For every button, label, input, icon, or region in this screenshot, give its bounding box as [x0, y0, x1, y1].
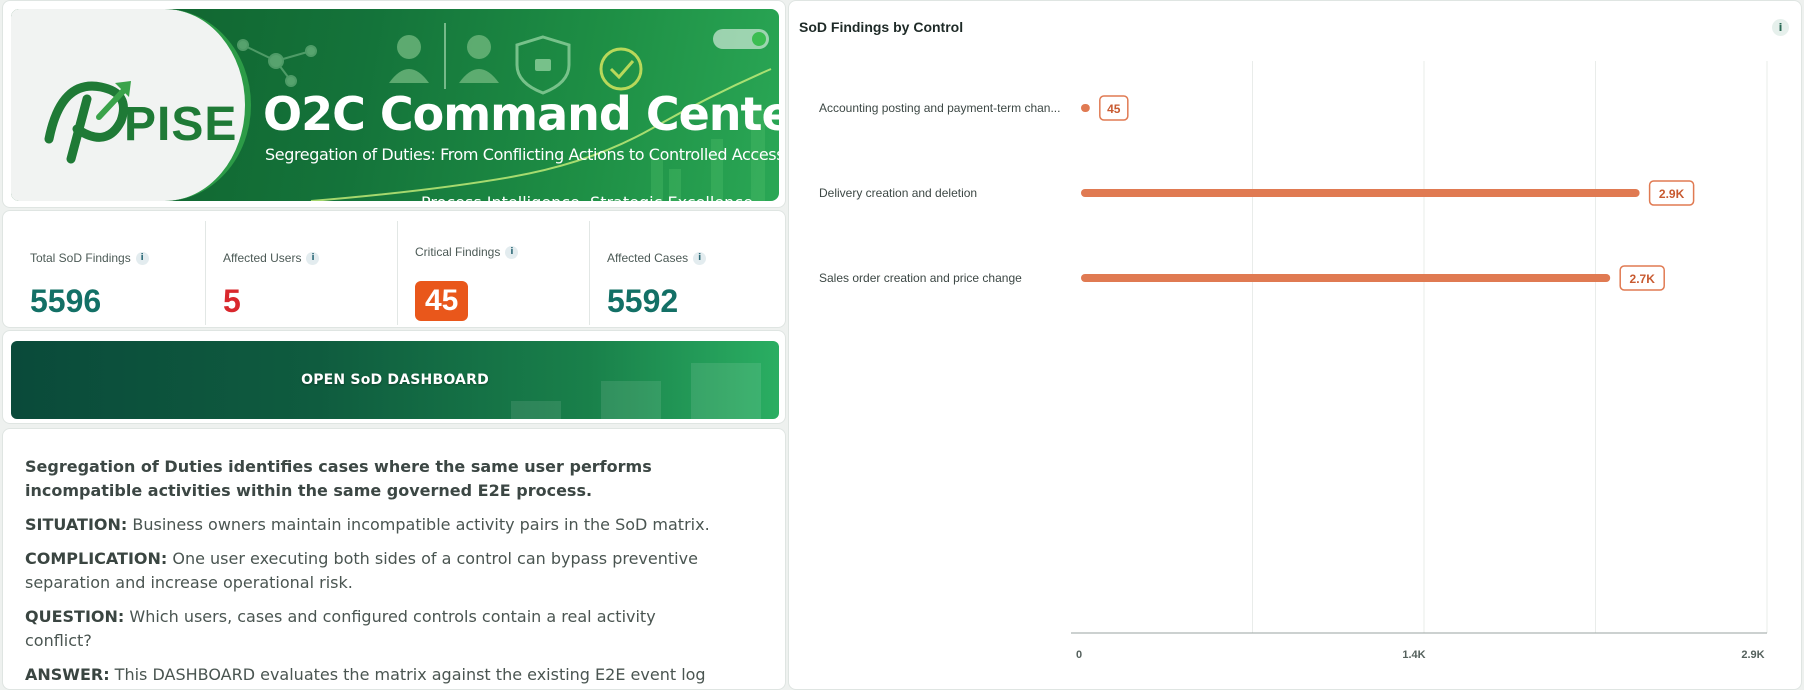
banner-subtitle: Segregation of Duties: From Conflicting …	[265, 145, 779, 164]
critical-badge: 45	[415, 281, 469, 321]
check-circle-icon	[599, 47, 643, 91]
data-label: 2.7K	[1630, 272, 1656, 286]
bar	[1081, 189, 1640, 197]
kpi-value: 5592	[607, 283, 679, 319]
category-label: Accounting posting and payment-term chan…	[819, 101, 1060, 115]
kpi-label: Affected Cases i	[607, 251, 707, 266]
info-icon[interactable]: i	[306, 252, 320, 266]
banner-title: O2C Command Center	[263, 87, 779, 141]
pise-logo-icon	[44, 81, 131, 164]
open-sod-dashboard-label: OPEN SoD DASHBOARD	[301, 372, 489, 388]
left-column: PISE O2C Command Center Segregation of D…	[0, 0, 786, 690]
kpi-affected-users: Affected Users i 5	[205, 221, 395, 325]
category-label: Delivery creation and deletion	[819, 186, 977, 200]
category-label: Sales order creation and price change	[819, 271, 1022, 285]
bar-chart: 0 1.4K 2.9K Accounting posting and payment-…	[819, 61, 1768, 661]
info-icon[interactable]: i	[135, 252, 149, 266]
x-tick-label: 2.9K	[1741, 649, 1764, 661]
chart-panel: SoD Findings by Control i 0 1.4K 2.9K Accou…	[788, 0, 1802, 690]
kpi-critical-findings: Critical Findings i 45	[397, 221, 587, 325]
banner-tagline: Process Intelligence. Strategic Excellen…	[421, 193, 758, 201]
x-tick-label: 0	[1076, 649, 1082, 661]
kpi-label: Total SoD Findings i	[30, 251, 149, 266]
theme-toggle[interactable]	[713, 29, 769, 49]
x-tick-label: 1.4K	[1402, 649, 1425, 661]
narrative-question: QUESTION: Which users, cases and configu…	[25, 607, 656, 650]
data-label: 45	[1107, 102, 1121, 116]
open-sod-dashboard-button[interactable]: OPEN SoD DASHBOARD	[11, 341, 779, 419]
bar	[1081, 104, 1090, 112]
info-icon[interactable]: i	[505, 246, 519, 260]
kpi-panel: Total SoD Findings i 5596 Affected Users i…	[2, 210, 786, 328]
narrative-panel: Segregation of Duties identifies cases w…	[2, 428, 786, 690]
kpi-value: 5596	[30, 283, 102, 319]
narrative-answer: ANSWER: This DASHBOARD evaluates the mat…	[25, 665, 706, 684]
kpi-label: Critical Findings i	[415, 245, 519, 260]
bar	[1081, 274, 1611, 282]
data-label: 2.9K	[1659, 187, 1685, 201]
narrative-situation: SITUATION: Business owners maintain inco…	[25, 515, 710, 534]
banner: PISE O2C Command Center Segregation of D…	[11, 9, 779, 201]
open-dashboard-panel: OPEN SoD DASHBOARD	[2, 330, 786, 424]
narrative-lead: Segregation of Duties identifies cases w…	[25, 457, 652, 500]
info-icon[interactable]: i	[693, 252, 707, 266]
kpi-value: 5	[223, 283, 241, 319]
logo-text: PISE	[124, 98, 238, 151]
network-icon	[237, 39, 317, 87]
kpi-label: Affected Users i	[223, 251, 320, 266]
narrative-complication: COMPLICATION: One user executing both si…	[25, 549, 698, 592]
kpi-affected-cases: Affected Cases i 5592	[589, 221, 779, 325]
banner-panel: PISE O2C Command Center Segregation of D…	[2, 0, 786, 208]
kpi-total-findings: Total SoD Findings i 5596	[13, 221, 203, 325]
